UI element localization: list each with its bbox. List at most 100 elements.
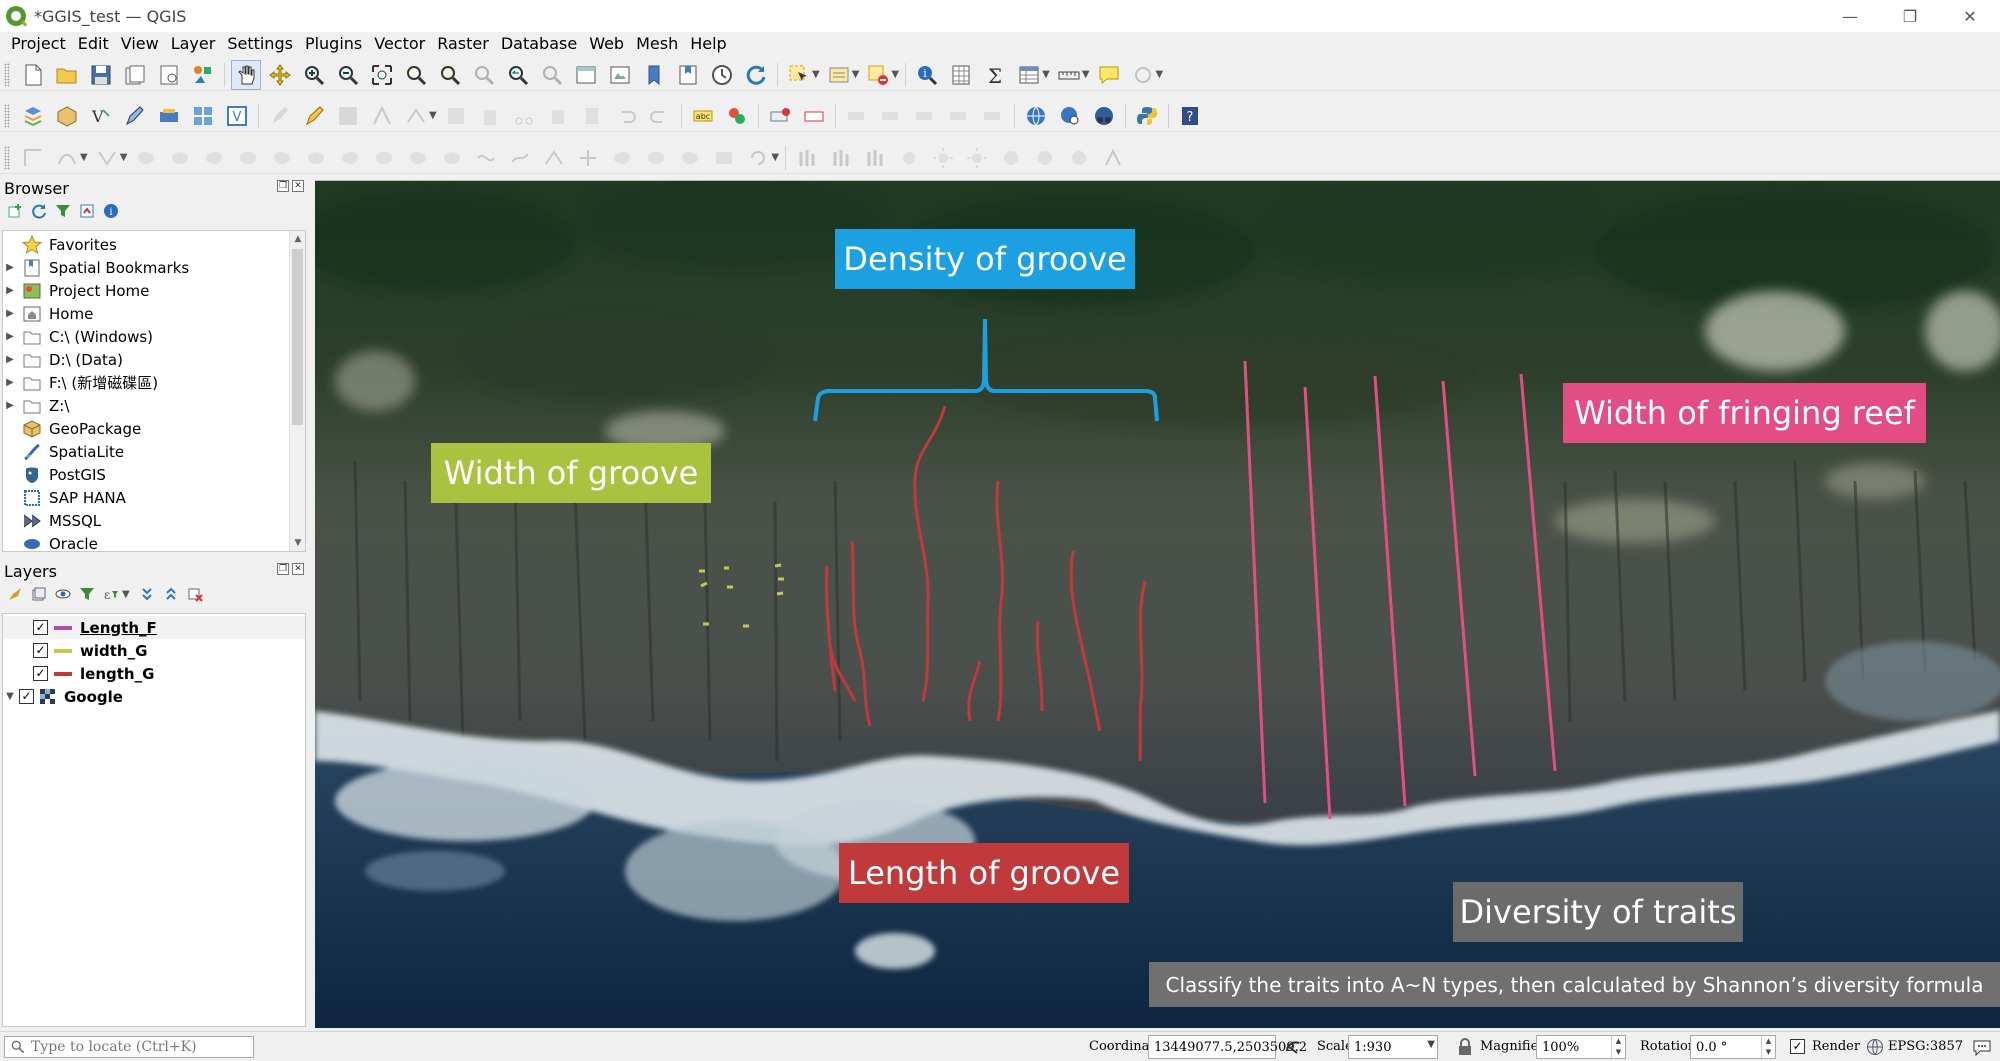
expand-arrow-icon[interactable]: ▶: [3, 308, 17, 319]
vertex-editor-icon[interactable]: [92, 143, 122, 173]
pan-map-icon[interactable]: [231, 59, 261, 90]
scroll-down-icon[interactable]: ▼: [290, 535, 305, 551]
hue-icon[interactable]: [1064, 143, 1094, 173]
expand-arrow-icon[interactable]: ▶: [3, 377, 17, 388]
new-geopackage-layer-icon[interactable]: [52, 101, 82, 131]
zoom-out-icon[interactable]: [333, 60, 363, 90]
browser-item-spatialite[interactable]: SpatiaLite: [3, 440, 124, 463]
layer-visibility-checkbox[interactable]: ✓: [33, 643, 48, 658]
menu-layer[interactable]: Layer: [165, 34, 222, 53]
new-bookmark-icon[interactable]: [639, 60, 669, 90]
copy-features-icon[interactable]: [543, 101, 573, 131]
menu-plugins[interactable]: Plugins: [299, 34, 368, 53]
move-feature-icon[interactable]: [131, 143, 161, 173]
multi-edit-icon[interactable]: [441, 101, 471, 131]
field-calculator-icon[interactable]: [946, 60, 976, 90]
menu-mesh[interactable]: Mesh: [630, 34, 684, 53]
manage-map-themes-icon[interactable]: [54, 585, 72, 603]
close-panel-icon[interactable]: ✕: [292, 180, 304, 192]
deselect-features-icon[interactable]: [863, 60, 893, 90]
label-tool-icon[interactable]: abc: [688, 101, 718, 131]
menu-project[interactable]: Project: [5, 34, 72, 53]
refresh-icon[interactable]: [30, 202, 48, 220]
save-as-icon[interactable]: [120, 60, 150, 90]
online-resources-icon[interactable]: [1089, 101, 1119, 131]
scroll-up-icon[interactable]: ▲: [290, 231, 305, 247]
delete-ring-icon[interactable]: [403, 143, 433, 173]
zoom-last-icon[interactable]: [503, 60, 533, 90]
zoom-next-icon[interactable]: [537, 60, 567, 90]
layer-diagram-icon[interactable]: [722, 101, 752, 131]
browser-item-spatial-bookmarks[interactable]: ▶ Spatial Bookmarks: [3, 256, 189, 279]
magnifier-spinbox[interactable]: 100% ▲ ▼: [1536, 1035, 1626, 1059]
local-contrast-icon[interactable]: [894, 143, 924, 173]
split-features-icon[interactable]: [607, 143, 637, 173]
cut-features-icon[interactable]: [509, 101, 539, 131]
histogram-icon[interactable]: [860, 143, 890, 173]
browser-item-home[interactable]: ▶ Home: [3, 302, 93, 325]
saturation-icon[interactable]: [1030, 143, 1060, 173]
layer-row-width-g[interactable]: ✓ width_G: [3, 639, 305, 662]
browser-item-geopackage[interactable]: GeoPackage: [3, 417, 141, 440]
add-raster-layer-icon[interactable]: [154, 101, 184, 131]
redo-icon[interactable]: [645, 101, 675, 131]
show-hide-labels-icon[interactable]: [944, 101, 974, 131]
expand-arrow-icon[interactable]: ▶: [3, 400, 17, 411]
locator-bar[interactable]: Type to locate (Ctrl+K): [4, 1036, 254, 1058]
layer-row-length-g[interactable]: ✓ length_G: [3, 662, 305, 685]
properties-info-icon[interactable]: i: [102, 202, 120, 220]
raster-calc-icon[interactable]: [826, 143, 856, 173]
menu-vector[interactable]: Vector: [368, 34, 431, 53]
lock-scale-icon[interactable]: [1456, 1037, 1474, 1057]
add-group-icon[interactable]: [30, 585, 48, 603]
wms-search-icon[interactable]: [1055, 101, 1085, 131]
print-layout-icon[interactable]: [154, 60, 184, 90]
change-label-icon[interactable]: [910, 101, 940, 131]
layer-row-length-f[interactable]: ✓ Length_F: [3, 616, 305, 639]
menu-help[interactable]: Help: [684, 34, 732, 53]
browser-tree[interactable]: Favorites ▶ Spatial Bookmarks ▶ Project …: [2, 230, 306, 552]
rotate-point-symbols-icon[interactable]: [743, 143, 773, 173]
advanced-digitizing-icon[interactable]: [18, 143, 48, 173]
new-map-view-icon[interactable]: [571, 60, 601, 90]
toggle-editing-icon[interactable]: [299, 101, 329, 131]
map-tips-icon[interactable]: [1094, 60, 1124, 90]
pan-to-selection-icon[interactable]: [265, 60, 295, 90]
add-circular-string-icon[interactable]: [52, 143, 82, 173]
new-project-icon[interactable]: [18, 60, 48, 90]
layer-visibility-checkbox[interactable]: ✓: [19, 689, 34, 704]
layer-styling-icon[interactable]: [6, 585, 24, 603]
fill-ring-icon[interactable]: [369, 143, 399, 173]
expand-arrow-icon[interactable]: ▶: [3, 331, 17, 342]
metasearch-icon[interactable]: [1021, 101, 1051, 131]
merge-features-icon[interactable]: [675, 143, 705, 173]
split-parts-icon[interactable]: [641, 143, 671, 173]
move-label-icon[interactable]: [842, 101, 872, 131]
scale-combobox[interactable]: 1:930 ▼: [1348, 1035, 1438, 1059]
add-wms-layer-icon[interactable]: [188, 101, 218, 131]
zoom-to-selection-icon[interactable]: [401, 60, 431, 90]
pin-labels-icon[interactable]: [765, 101, 795, 131]
select-features-icon[interactable]: [784, 60, 814, 90]
refresh-icon[interactable]: [741, 60, 771, 90]
highlight-labels-icon[interactable]: [799, 101, 829, 131]
close-panel-icon[interactable]: ✕: [292, 563, 304, 575]
vertex-tool-icon[interactable]: [401, 101, 431, 131]
browser-item-sap-hana[interactable]: SAP HANA: [3, 486, 126, 509]
add-layer-icon[interactable]: [6, 202, 24, 220]
zoom-native-icon[interactable]: [469, 60, 499, 90]
layers-tree[interactable]: ✓ Length_F ✓ width_G ✓ length_G ▼ ✓ Goog…: [2, 613, 306, 1027]
open-project-icon[interactable]: [52, 60, 82, 90]
digitize-shape-icon[interactable]: [1098, 143, 1128, 173]
maximize-button[interactable]: ❐: [1880, 0, 1940, 32]
rotate-label-icon[interactable]: [876, 101, 906, 131]
toolbar-grip[interactable]: [4, 62, 10, 87]
filter-icon[interactable]: [54, 202, 72, 220]
locator-search-icon[interactable]: [1128, 60, 1158, 90]
add-vector-layer-icon[interactable]: V: [86, 101, 116, 131]
statistical-summary-icon[interactable]: Σ: [980, 60, 1010, 90]
zoom-to-layer-icon[interactable]: [435, 60, 465, 90]
layer-visibility-checkbox[interactable]: ✓: [33, 666, 48, 681]
collapse-arrow-icon[interactable]: ▼: [3, 691, 17, 702]
crs-globe-icon[interactable]: [1866, 1038, 1884, 1056]
